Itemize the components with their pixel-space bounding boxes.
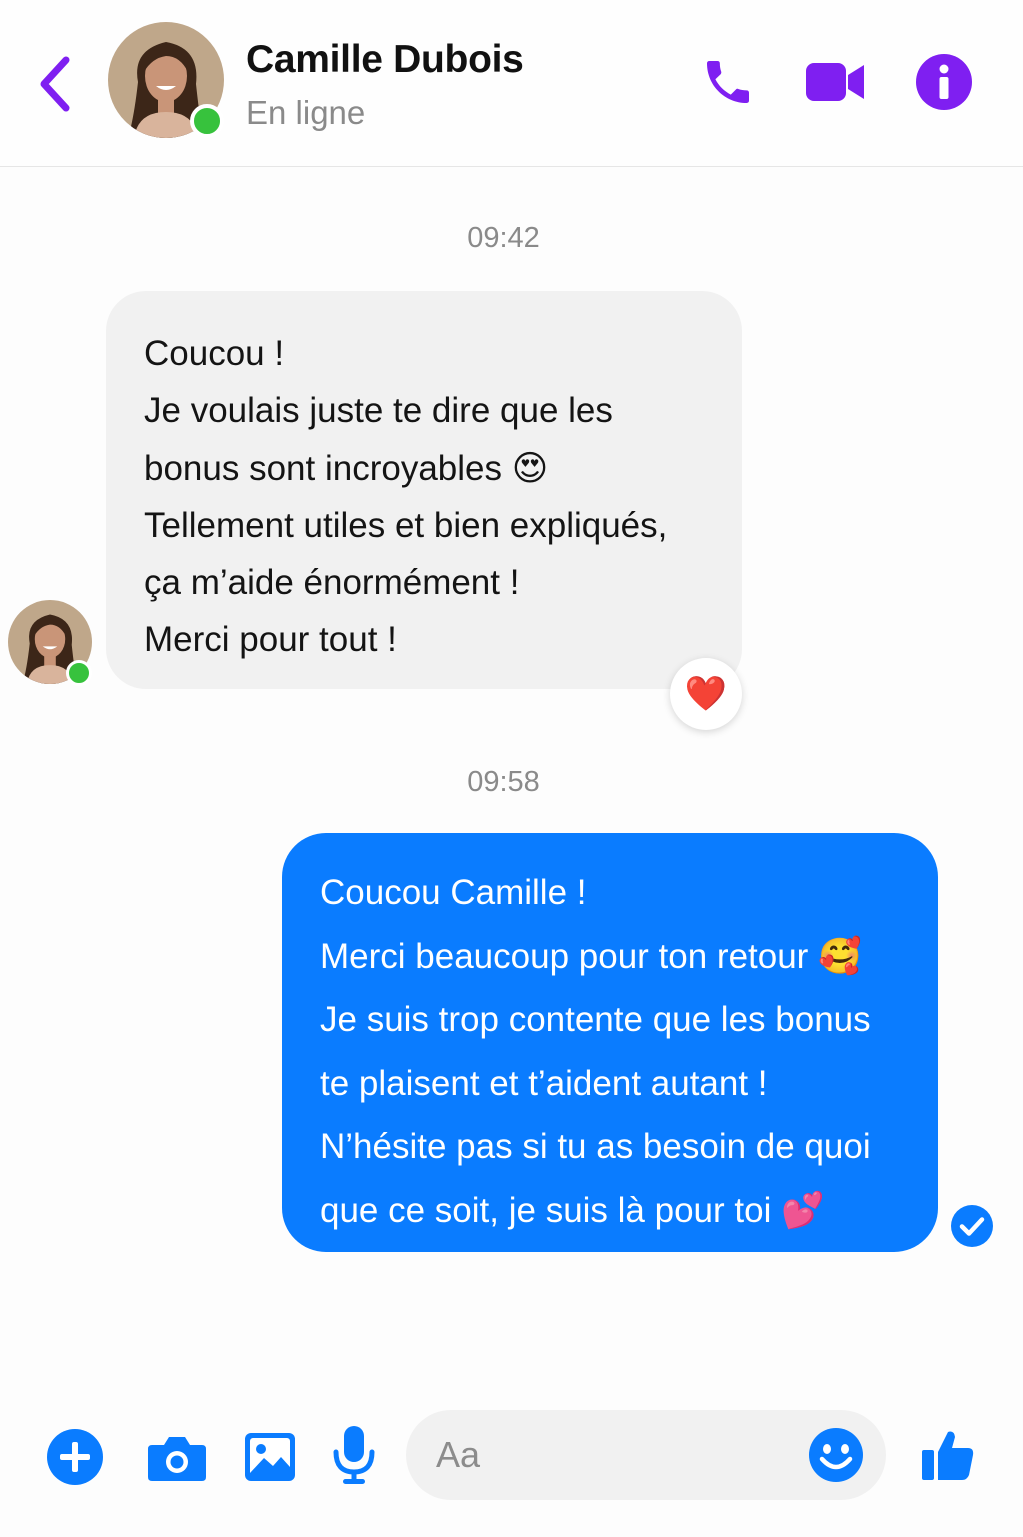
image-icon: [245, 1433, 295, 1481]
sent-message-bubble[interactable]: Coucou Camille ! Merci beaucoup pour ton…: [282, 833, 938, 1252]
plus-icon: [47, 1429, 103, 1485]
online-indicator-small: [66, 660, 92, 686]
message-line: bonus sont incroyables 😍: [144, 448, 549, 488]
message-composer: [406, 1410, 886, 1500]
message-line: que ce soit, je suis là pour toi 💕: [320, 1190, 825, 1230]
message-timestamp: 09:42: [467, 222, 540, 254]
message-line: Je suis trop contente que les bonus: [320, 1000, 871, 1040]
more-actions-button[interactable]: [46, 1428, 104, 1486]
camera-button[interactable]: [146, 1428, 208, 1486]
info-button[interactable]: [912, 50, 976, 114]
like-button[interactable]: [920, 1424, 976, 1486]
seen-check-icon: [951, 1205, 993, 1247]
voice-message-button[interactable]: [330, 1424, 378, 1486]
smiley-icon[interactable]: [808, 1427, 864, 1483]
message-line: Je voulais juste te dire que les: [144, 391, 613, 431]
message-line: te plaisent et t’aident autant !: [320, 1063, 768, 1103]
camera-icon: [148, 1437, 206, 1481]
message-input[interactable]: [436, 1410, 796, 1500]
microphone-icon: [333, 1426, 375, 1484]
message-line: Tellement utiles et bien expliqués,: [144, 505, 668, 545]
contact-name[interactable]: Camille Dubois: [246, 38, 524, 82]
message-line: Merci beaucoup pour ton retour 🥰: [320, 936, 862, 976]
message-line: ça m’aide énormément !: [144, 563, 520, 603]
info-icon: [916, 54, 972, 110]
message-line: Merci pour tout !: [144, 620, 397, 660]
voice-call-button[interactable]: [696, 50, 760, 114]
contact-status: En ligne: [246, 94, 366, 131]
online-indicator: [190, 104, 224, 138]
video-call-button[interactable]: [800, 50, 872, 114]
received-message-bubble[interactable]: Coucou ! Je voulais juste te dire que le…: [106, 291, 742, 689]
phone-icon: [707, 61, 749, 103]
message-line: Coucou !: [144, 334, 285, 373]
heart-reaction[interactable]: ❤️: [670, 658, 742, 730]
message-timestamp: 09:58: [467, 766, 540, 798]
gallery-button[interactable]: [244, 1428, 296, 1486]
video-camera-icon: [806, 63, 864, 101]
message-line: N’hésite pas si tu as besoin de quoi: [320, 1127, 871, 1167]
heart-reaction-emoji: ❤️: [684, 675, 728, 713]
chat-header: Camille Dubois En ligne: [0, 0, 1023, 167]
back-button[interactable]: [32, 52, 80, 116]
message-line: Coucou Camille !: [320, 873, 587, 912]
thumbs-up-icon: [922, 1431, 974, 1480]
back-chevron-icon: [40, 56, 70, 112]
